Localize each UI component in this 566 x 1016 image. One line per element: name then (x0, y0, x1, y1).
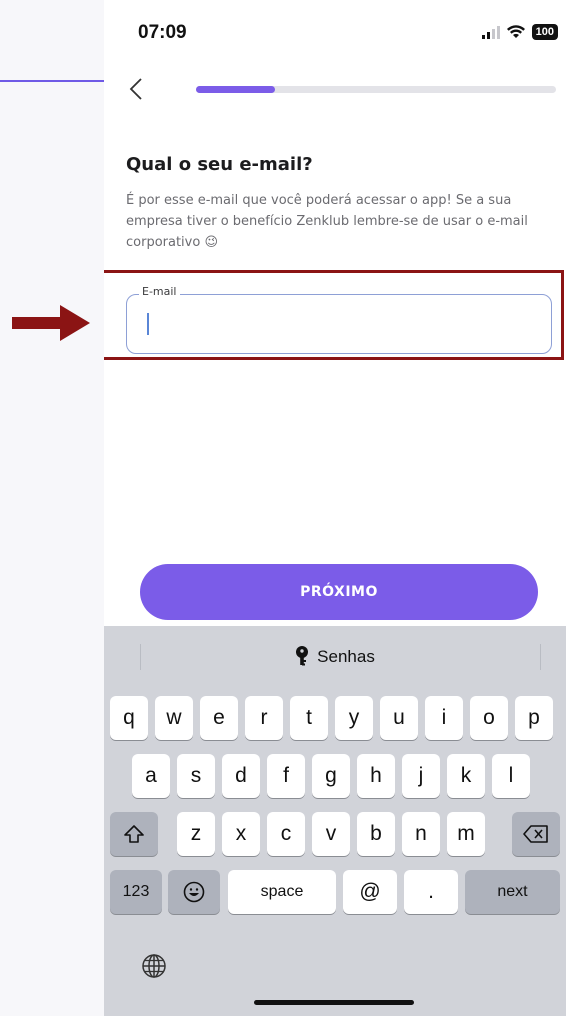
key-r[interactable]: r (245, 696, 283, 740)
shift-icon (124, 825, 144, 843)
globe-icon[interactable] (140, 952, 168, 980)
page-description: É por esse e-mail que você poderá acessa… (126, 193, 528, 250)
key-u[interactable]: u (380, 696, 418, 740)
key-v[interactable]: v (312, 812, 350, 856)
key-d[interactable]: d (222, 754, 260, 798)
key-f[interactable]: f (267, 754, 305, 798)
key-i[interactable]: i (425, 696, 463, 740)
key-h[interactable]: h (357, 754, 395, 798)
page-title: Qual o seu e-mail? (126, 154, 313, 175)
next-button[interactable]: PRÓXIMO (140, 564, 538, 620)
battery-icon: 100 (531, 24, 558, 40)
key-z[interactable]: z (177, 812, 215, 856)
key-x[interactable]: x (222, 812, 260, 856)
home-indicator (254, 1000, 414, 1005)
key-b[interactable]: b (357, 812, 395, 856)
key-t[interactable]: t (290, 696, 328, 740)
key-k[interactable]: k (447, 754, 485, 798)
key-p[interactable]: p (515, 696, 553, 740)
key-q[interactable]: q (110, 696, 148, 740)
arrow-right-icon (12, 305, 90, 341)
emoji-key[interactable] (168, 870, 220, 914)
passwords-suggestion-label: Senhas (317, 647, 375, 666)
wifi-icon (506, 25, 525, 38)
passwords-suggestion[interactable]: Senhas (104, 646, 566, 668)
emoji-icon (183, 881, 205, 903)
status-time: 07:09 (138, 22, 187, 43)
progress-bar (196, 86, 556, 93)
email-input[interactable] (141, 309, 531, 339)
key-w[interactable]: w (155, 696, 193, 740)
key-l[interactable]: l (492, 754, 530, 798)
numbers-key[interactable]: 123 (110, 870, 162, 914)
text-caret (147, 313, 149, 335)
backspace-icon (523, 825, 548, 843)
key-s[interactable]: s (177, 754, 215, 798)
key-g[interactable]: g (312, 754, 350, 798)
at-key[interactable]: @ (343, 870, 397, 914)
left-divider-line (0, 80, 104, 82)
phone-screen: 07:09 100 Qual o seu e-mail? É por esse … (104, 0, 566, 1016)
email-field[interactable]: E-mail (126, 285, 552, 354)
key-m[interactable]: m (447, 812, 485, 856)
key-e[interactable]: e (200, 696, 238, 740)
next-key[interactable]: next (465, 870, 560, 914)
key-j[interactable]: j (402, 754, 440, 798)
key-n[interactable]: n (402, 812, 440, 856)
shift-key[interactable] (110, 812, 158, 856)
dot-key[interactable]: . (404, 870, 458, 914)
chevron-left-icon[interactable] (124, 76, 150, 102)
key-a[interactable]: a (132, 754, 170, 798)
status-bar: 07:09 100 (104, 0, 566, 60)
signal-icon (481, 26, 500, 39)
backspace-key[interactable] (512, 812, 560, 856)
key-c[interactable]: c (267, 812, 305, 856)
space-key[interactable]: space (228, 870, 336, 914)
key-icon (296, 646, 309, 666)
status-icons: 100 (481, 22, 558, 42)
key-o[interactable]: o (470, 696, 508, 740)
suggestion-divider (540, 644, 541, 670)
progress-bar-fill (196, 86, 276, 93)
keyboard: Senhas q w e r t y u i o p a s d f g h j… (104, 626, 566, 1016)
keyboard-suggestion-bar: Senhas (104, 640, 566, 674)
key-y[interactable]: y (335, 696, 373, 740)
email-field-label: E-mail (139, 285, 180, 298)
